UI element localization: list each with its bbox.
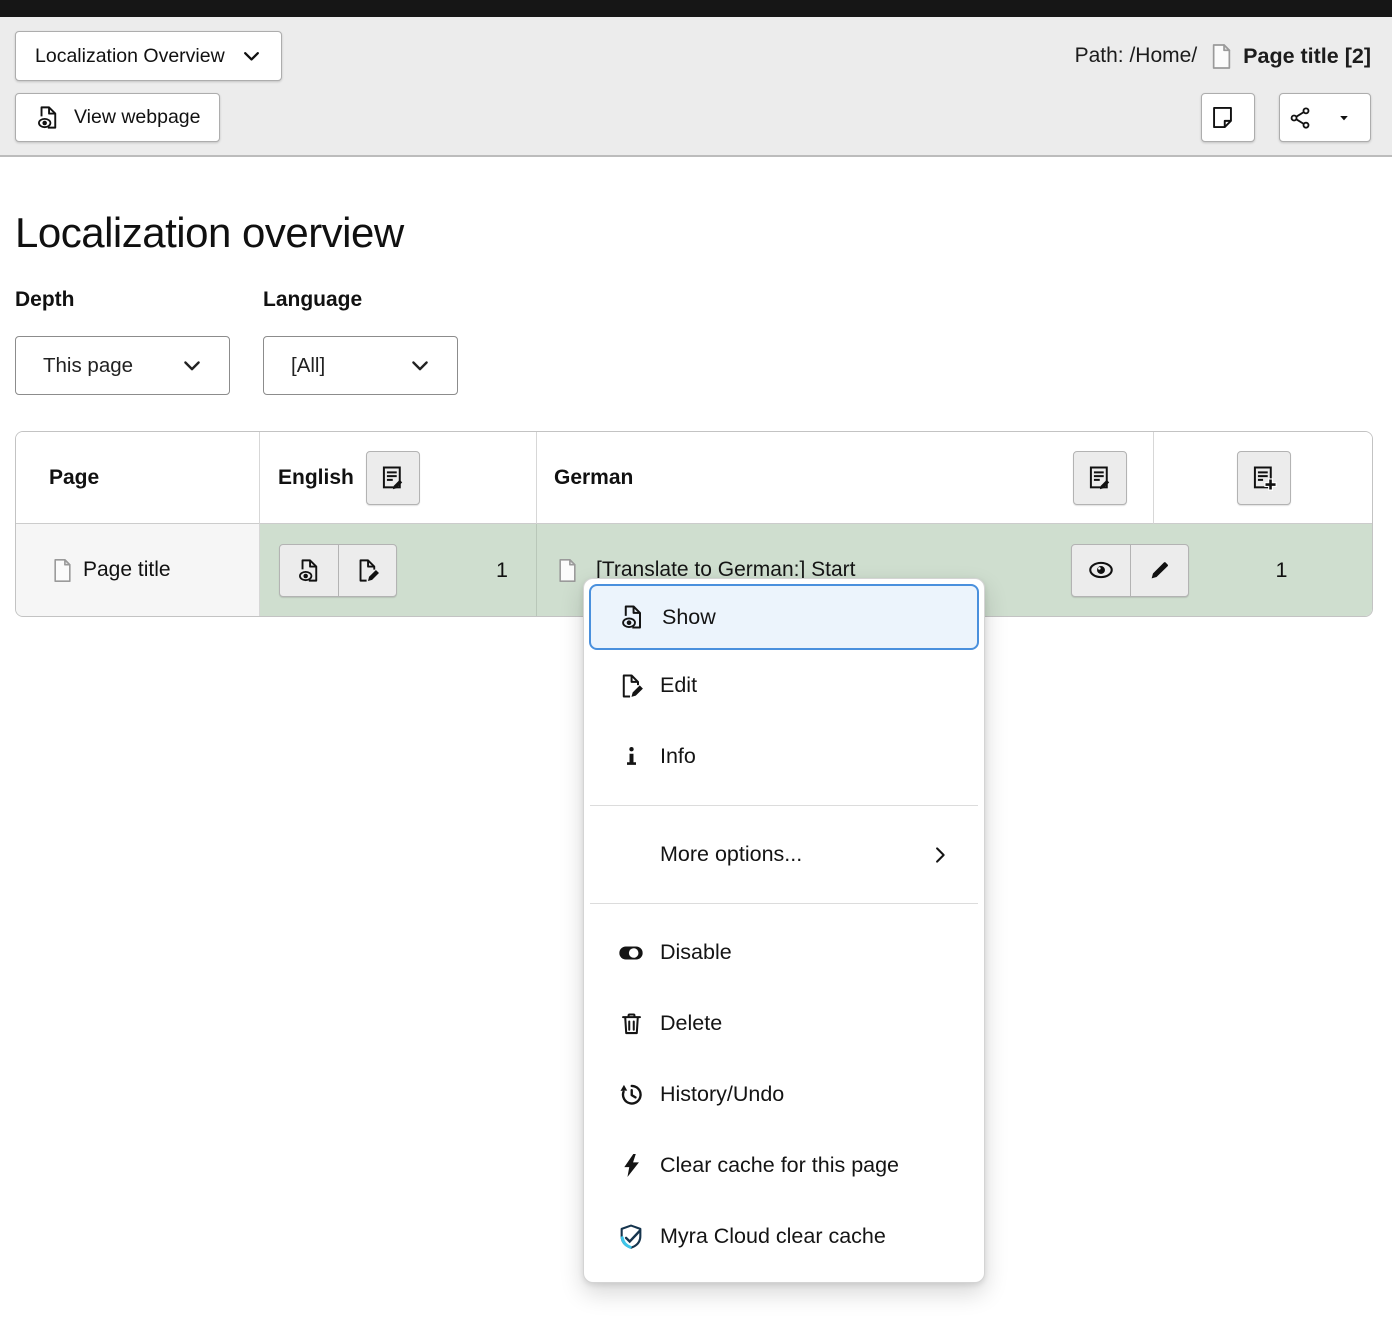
- menu-divider: [590, 805, 978, 806]
- column-header-english: English: [260, 432, 537, 524]
- depth-selected-value: This page: [43, 354, 133, 378]
- menu-item-label: Edit: [660, 673, 697, 698]
- english-actions: [279, 544, 397, 597]
- page-path: Path: /Home/ Page title [2]: [1075, 42, 1371, 71]
- view-page-icon: [619, 603, 647, 631]
- toggle-icon: [617, 939, 645, 967]
- history-icon: [618, 1081, 645, 1108]
- edit-records-icon: [379, 464, 407, 492]
- menu-item-disable[interactable]: Disable: [589, 917, 979, 988]
- column-header-german: German: [537, 432, 1154, 524]
- language-selected-value: [All]: [291, 354, 325, 378]
- menu-item-clear-cache[interactable]: Clear cache for this page: [589, 1130, 979, 1201]
- view-page-icon: [35, 104, 62, 131]
- context-menu: Show Edit Info More options... Disable D…: [583, 578, 985, 1283]
- edit-page-icon: [354, 557, 381, 584]
- note-icon: [1209, 104, 1236, 131]
- menu-item-info[interactable]: Info: [589, 721, 979, 792]
- page-icon: [554, 557, 581, 584]
- page-icon: [1207, 42, 1236, 71]
- view-english-page-button[interactable]: [280, 545, 338, 596]
- page-icon: [49, 557, 76, 584]
- language-select[interactable]: [All]: [263, 336, 458, 395]
- menu-item-label: Delete: [660, 1011, 722, 1036]
- chevron-down-icon: [181, 355, 203, 377]
- menu-item-label: History/Undo: [660, 1082, 784, 1107]
- german-count-cell: 1: [1189, 524, 1373, 616]
- window-top-strip: [0, 0, 1392, 17]
- edit-records-icon: [1086, 464, 1114, 492]
- myra-shield-icon: [617, 1223, 645, 1251]
- chevron-down-icon: [409, 355, 431, 377]
- menu-item-label: More options...: [660, 842, 802, 867]
- view-webpage-label: View webpage: [74, 106, 200, 129]
- lightning-bolt-icon: [618, 1152, 645, 1179]
- trash-icon: [618, 1010, 645, 1037]
- chevron-right-icon: [929, 844, 951, 866]
- menu-item-label: Info: [660, 744, 696, 769]
- view-german-page-button[interactable]: [1072, 545, 1130, 596]
- docheader: Localization Overview Path: /Home/ Page …: [0, 17, 1392, 157]
- edit-all-german-button[interactable]: [1073, 451, 1127, 505]
- module-function-select[interactable]: Localization Overview: [15, 31, 282, 81]
- add-records-icon: [1250, 464, 1278, 492]
- menu-item-show[interactable]: Show: [589, 584, 979, 650]
- language-label: Language: [263, 288, 458, 312]
- view-webpage-button[interactable]: View webpage: [15, 93, 220, 142]
- menu-item-more-options[interactable]: More options...: [589, 819, 979, 890]
- share-button[interactable]: [1279, 93, 1371, 142]
- info-icon: [619, 744, 644, 769]
- path-text: Path: /Home/: [1075, 44, 1198, 68]
- column-header-english-label: English: [278, 466, 354, 490]
- menu-item-label: Show: [662, 605, 716, 630]
- english-element-count: 1: [496, 558, 508, 583]
- depth-select[interactable]: This page: [15, 336, 230, 395]
- chevron-down-icon: [241, 46, 262, 67]
- german-element-count: 1: [1276, 558, 1288, 583]
- module-function-label: Localization Overview: [35, 45, 225, 68]
- edit-english-page-button[interactable]: [338, 545, 396, 596]
- notes-button[interactable]: [1201, 93, 1255, 142]
- edit-all-english-button[interactable]: [366, 451, 420, 505]
- menu-item-label: Disable: [660, 940, 732, 965]
- english-cell: 1: [260, 524, 537, 616]
- page-heading: Localization overview: [15, 209, 1377, 257]
- menu-item-history-undo[interactable]: History/Undo: [589, 1059, 979, 1130]
- menu-item-edit[interactable]: Edit: [589, 650, 979, 721]
- menu-item-label: Myra Cloud clear cache: [660, 1224, 886, 1249]
- eye-icon: [1087, 556, 1115, 584]
- column-header-page: Page: [16, 432, 260, 524]
- caret-down-icon: [1337, 111, 1351, 125]
- view-page-icon: [296, 557, 323, 584]
- depth-label: Depth: [15, 288, 230, 312]
- create-translation-button[interactable]: [1237, 451, 1291, 505]
- menu-item-label: Clear cache for this page: [660, 1153, 899, 1178]
- menu-item-myra-clear-cache[interactable]: Myra Cloud clear cache: [589, 1201, 979, 1272]
- column-header-new-translation: [1154, 432, 1373, 524]
- path-page-reference: Page title [2]: [1243, 44, 1371, 69]
- edit-page-icon: [617, 672, 645, 700]
- page-cell: Page title: [16, 524, 260, 616]
- share-icon: [1288, 105, 1314, 131]
- column-header-german-label: German: [554, 466, 633, 490]
- table-header-row: Page English German: [16, 432, 1372, 524]
- edit-german-page-button[interactable]: [1130, 545, 1188, 596]
- menu-divider: [590, 903, 978, 904]
- menu-item-delete[interactable]: Delete: [589, 988, 979, 1059]
- page-title-text: Page title: [83, 558, 171, 582]
- german-actions: [1071, 544, 1189, 597]
- pencil-icon: [1147, 557, 1173, 583]
